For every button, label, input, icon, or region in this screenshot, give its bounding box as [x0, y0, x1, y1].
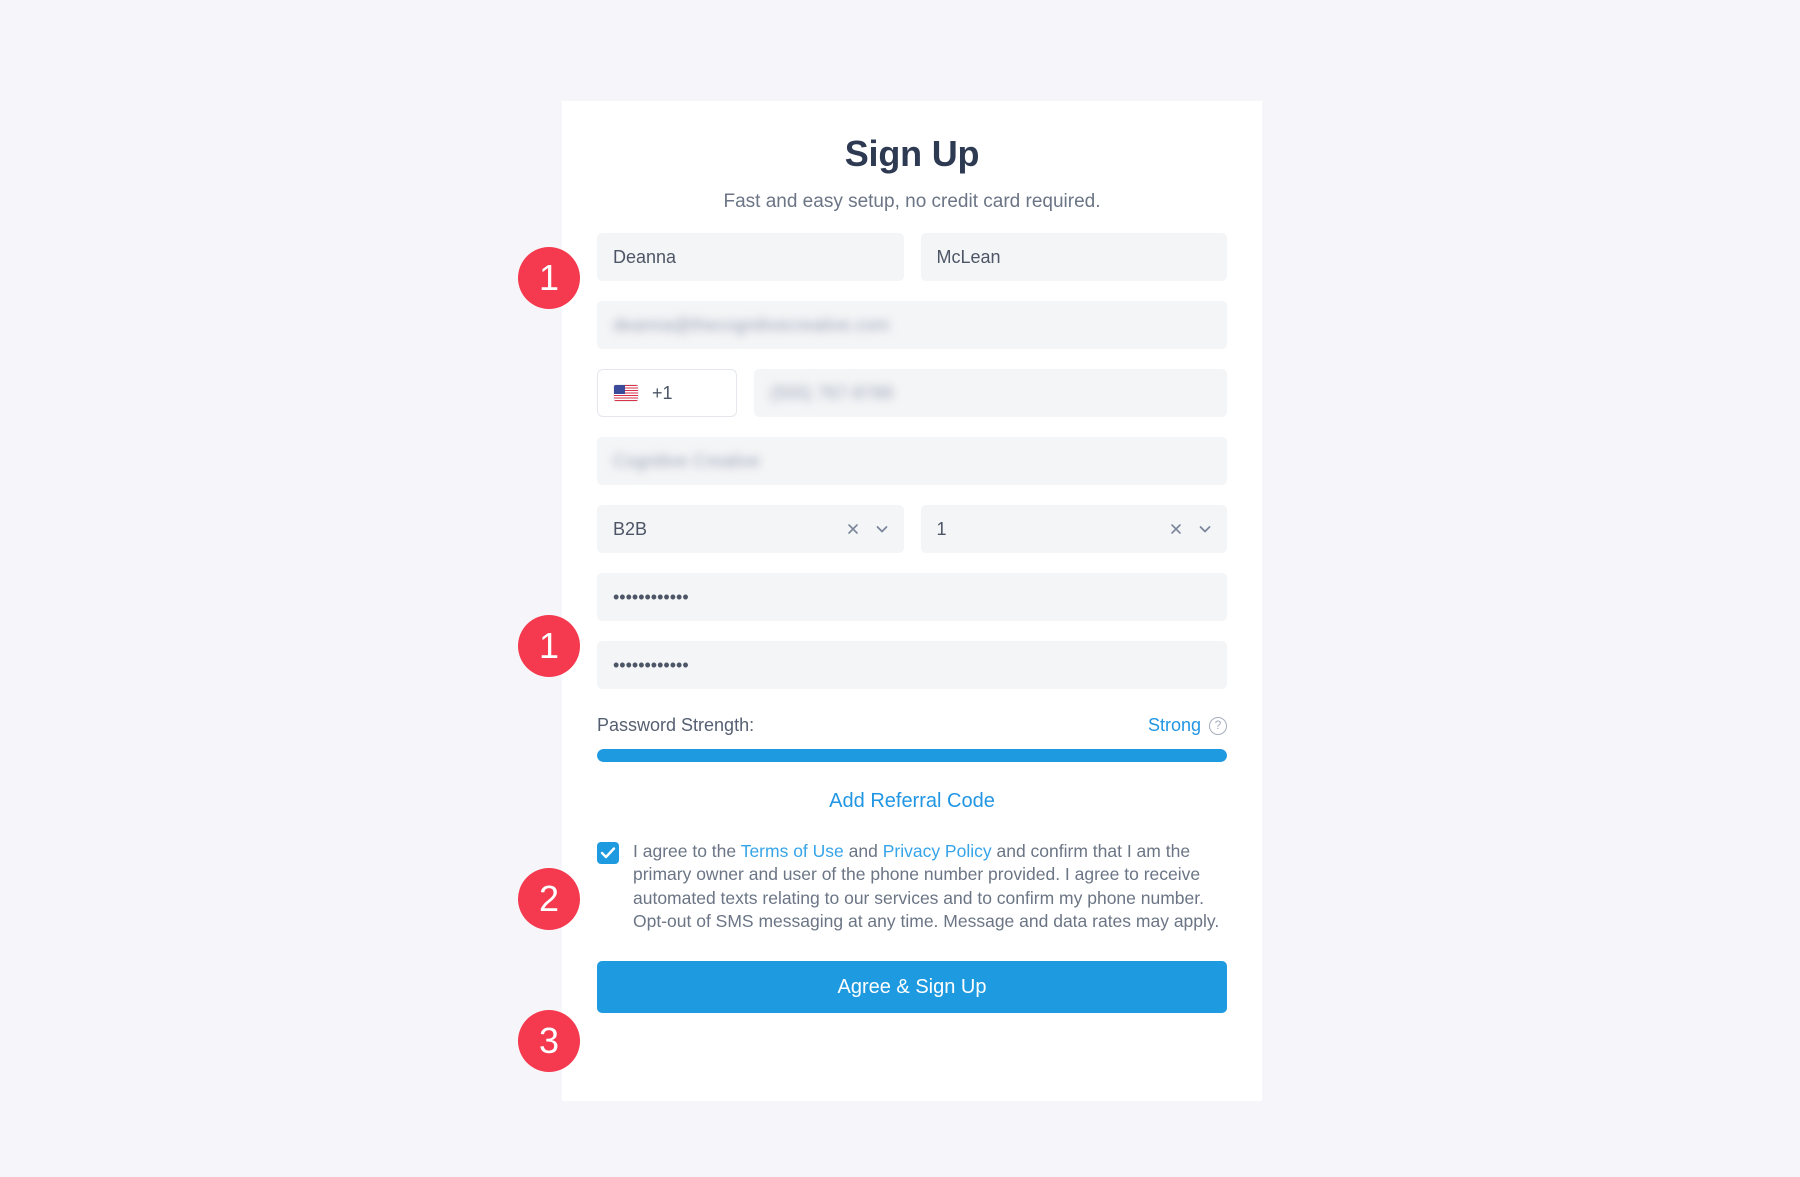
page-title: Sign Up [844, 133, 980, 174]
check-icon [600, 847, 616, 859]
business-type-value: B2B [613, 518, 648, 539]
page-root: Sign Up Fast and easy setup, no credit c… [0, 0, 1800, 1177]
country-code-value: +1 [652, 382, 673, 403]
phone-row: +1 (555) 767-8789 [597, 369, 1227, 417]
company-value: Cognitive Creative [613, 450, 761, 471]
x-icon[interactable] [1168, 521, 1184, 537]
email-row: deanna@thecognitivecreative.com [597, 301, 1227, 349]
password-strength-bar [597, 749, 1227, 762]
password-input[interactable]: •••••••••••• [597, 573, 1227, 621]
password-strength-label: Password Strength: [597, 715, 755, 735]
email-value: deanna@thecognitivecreative.com [613, 314, 890, 335]
password-strength-row: Password Strength: Strong ? [597, 715, 1227, 736]
agree-and-sign-up-button[interactable]: Agree & Sign Up [597, 961, 1227, 1014]
business-details-row: B2B 1 [597, 505, 1227, 553]
step-badge-1-password-fields: 1 [518, 615, 580, 677]
step-badge-3-submit: 3 [518, 1010, 580, 1072]
email-input[interactable]: deanna@thecognitivecreative.com [597, 301, 1227, 349]
privacy-policy-link[interactable]: Privacy Policy [883, 841, 992, 861]
consent-part1: I agree to the [633, 841, 741, 861]
consent-text: I agree to the Terms of Use and Privacy … [633, 840, 1227, 933]
x-icon[interactable] [845, 521, 861, 537]
employee-count-select[interactable]: 1 [920, 505, 1227, 553]
password-confirm-row: •••••••••••• [597, 641, 1227, 689]
phone-value: (555) 767-8789 [770, 382, 894, 403]
business-type-select[interactable]: B2B [597, 505, 904, 553]
consent-checkbox[interactable] [597, 842, 619, 864]
last-name-input[interactable]: McLean [920, 233, 1227, 281]
signup-card: Sign Up Fast and easy setup, no credit c… [562, 101, 1262, 1101]
us-flag-icon [614, 385, 638, 401]
password-strength-bar-fill [597, 749, 1227, 762]
terms-of-use-link[interactable]: Terms of Use [741, 841, 844, 861]
chevron-down-icon[interactable] [1197, 521, 1213, 537]
employee-count-value: 1 [936, 518, 947, 539]
country-code-select[interactable]: +1 [597, 369, 737, 417]
password-row: •••••••••••• [597, 573, 1227, 621]
password-confirm-input[interactable]: •••••••••••• [597, 641, 1227, 689]
name-row: Deanna McLean [597, 233, 1227, 281]
company-row: Cognitive Creative [597, 437, 1227, 485]
step-badge-1-name-fields: 1 [518, 247, 580, 309]
chevron-down-icon[interactable] [874, 521, 890, 537]
consent-row: I agree to the Terms of Use and Privacy … [597, 840, 1227, 933]
password-strength-value: Strong [1147, 715, 1201, 735]
company-input[interactable]: Cognitive Creative [597, 437, 1227, 485]
phone-input[interactable]: (555) 767-8789 [754, 369, 1227, 417]
step-badge-2-consent: 2 [518, 868, 580, 930]
consent-part2: and [843, 841, 883, 861]
first-name-input[interactable]: Deanna [597, 233, 904, 281]
question-circle-icon[interactable]: ? [1209, 716, 1227, 735]
add-referral-code-link[interactable]: Add Referral Code [597, 790, 1227, 813]
page-subtitle: Fast and easy setup, no credit card requ… [723, 191, 1101, 212]
